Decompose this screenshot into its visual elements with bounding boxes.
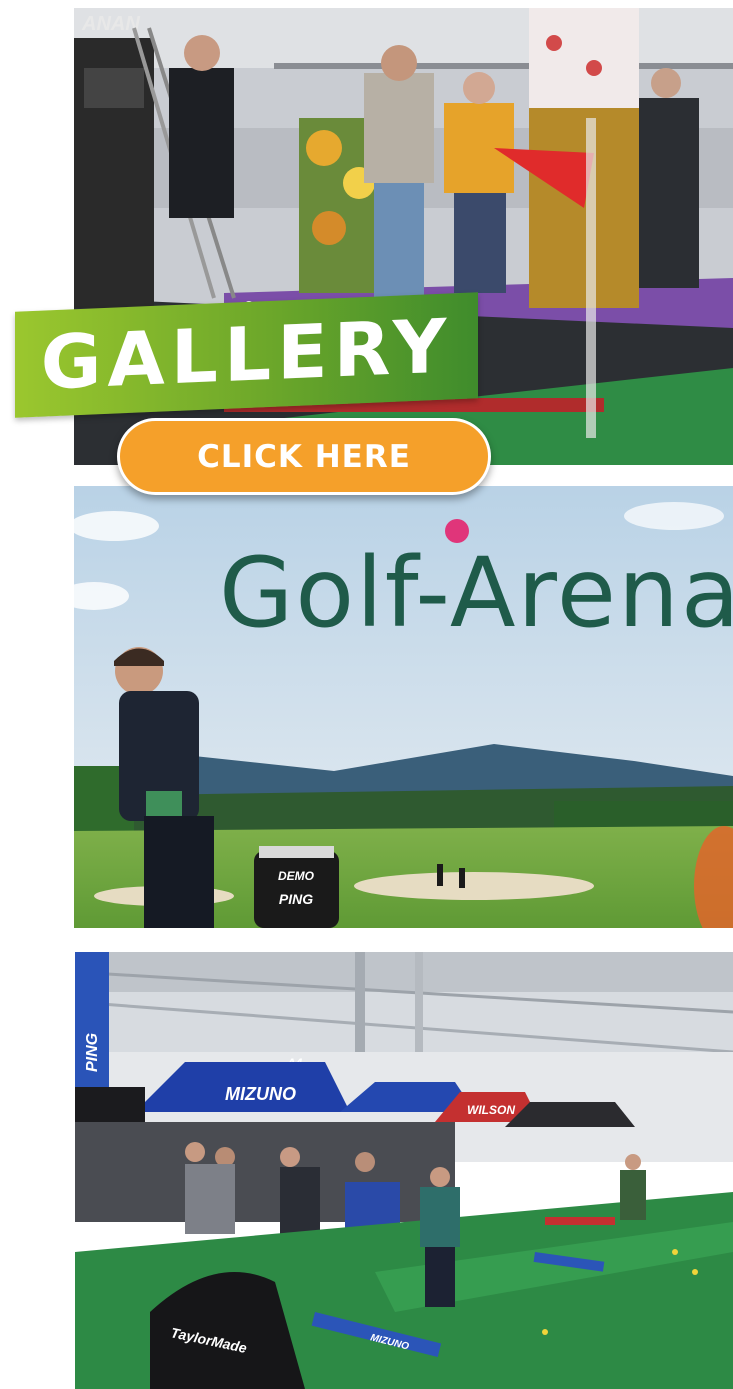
tent-brand-text: MIZUNO bbox=[225, 1084, 296, 1104]
bag-brand-text: ANAN bbox=[81, 13, 140, 35]
pole-banner-text: PING bbox=[84, 1033, 101, 1072]
gallery-photo-driving-range[interactable]: A4 PING MIZUNO WILSON MIZUNO bbox=[75, 952, 733, 1389]
click-here-button[interactable]: CLICK HERE bbox=[117, 418, 491, 495]
golf-arena-text: Golf-Arena bbox=[219, 537, 733, 649]
click-here-label: CLICK HERE bbox=[197, 438, 411, 475]
bag-ping-label: PING bbox=[279, 891, 313, 907]
driving-range-scene: A4 PING MIZUNO WILSON MIZUNO bbox=[75, 952, 733, 1389]
bag-demo-label: DEMO bbox=[278, 869, 315, 883]
gallery-title: GALLERY bbox=[40, 303, 453, 407]
tent-brand-2-text: WILSON bbox=[467, 1103, 515, 1117]
gallery-photo-golf-arena[interactable]: Golf-Arena DEMO PING bbox=[74, 486, 733, 928]
golf-arena-scene: Golf-Arena DEMO PING bbox=[74, 486, 733, 928]
gallery-banner: GALLERY bbox=[15, 292, 478, 418]
